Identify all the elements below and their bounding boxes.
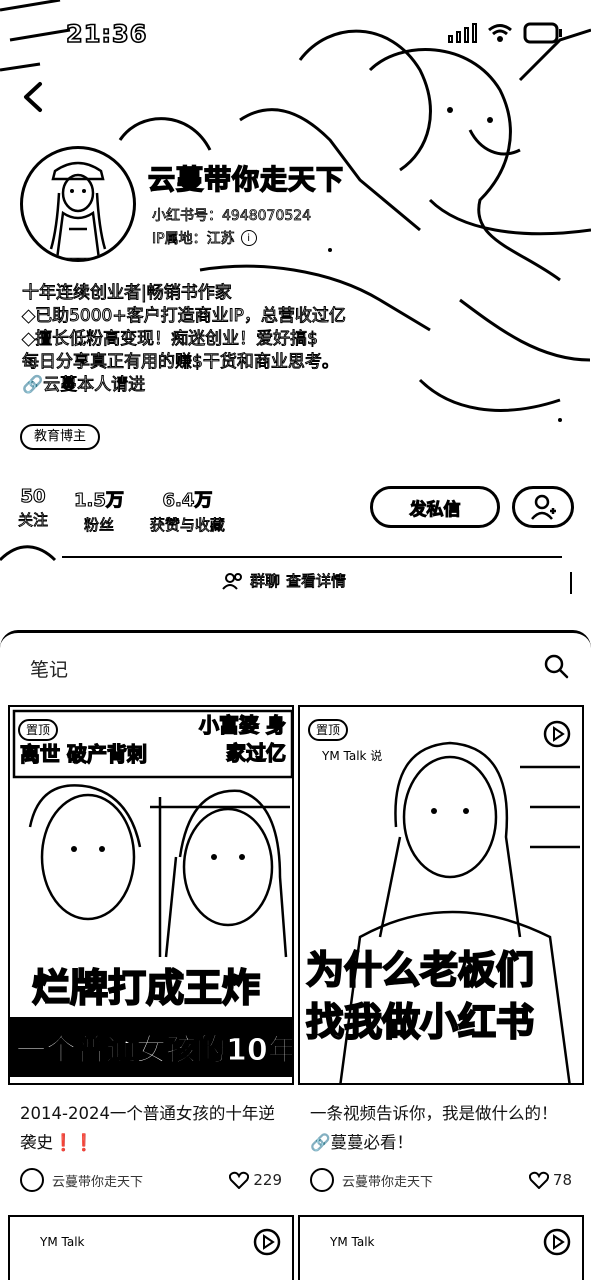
- cover-band-text: 一个普通女孩的10年: [16, 1033, 294, 1069]
- note-cover-partial[interactable]: YM Talk: [8, 1215, 294, 1280]
- ip-location-text: IP属地：江苏: [152, 231, 235, 248]
- group-chat-row[interactable]: 群聊 查看详情: [222, 570, 346, 591]
- info-icon[interactable]: i: [240, 230, 257, 246]
- cellular-signal-icon: [448, 23, 477, 43]
- status-icons: [448, 22, 563, 44]
- note-title[interactable]: 一条视频告诉你，我是做什么的！🔗蔓蔓必看！: [298, 1085, 584, 1159]
- bio-line: ◆擅长低粉高变现！痴迷创业！爱好搞$: [22, 329, 319, 350]
- battery-icon: [523, 22, 562, 44]
- cover-small-text: YM Talk: [330, 1235, 375, 1249]
- video-play-icon: [543, 1228, 571, 1256]
- cover-text: 小富婆 身家过亿: [198, 712, 286, 765]
- note-title[interactable]: 2014-2024一个普通女孩的十年逆袭史❗️❗️: [8, 1085, 294, 1159]
- heart-icon: [229, 1171, 250, 1189]
- stat-likes-collects[interactable]: 6.4万 获赞与收藏: [149, 486, 225, 535]
- avatar-portrait: [49, 161, 107, 259]
- note-card[interactable]: 置顶 YM Talk 说 为什么老板们 找我做小红书 一条视频告诉你，我是做什么…: [298, 705, 584, 1193]
- bio-line: 每日分享真正有用的赚$干货和商业思考。: [22, 352, 340, 373]
- vertical-divider: [570, 572, 572, 594]
- cover-small-text: YM Talk: [40, 1235, 85, 1249]
- cover-headline: 找我做小红书: [305, 999, 535, 1045]
- author-name[interactable]: 云蔓带你走天下: [52, 1171, 229, 1190]
- notes-header: 笔记: [0, 633, 591, 699]
- add-friend-button[interactable]: [512, 486, 574, 528]
- bio-line: ◆已助5000+客户打造商业IP，总营收过亿: [22, 306, 347, 327]
- video-play-icon: [253, 1228, 281, 1256]
- pinned-badge: 置顶: [308, 719, 349, 741]
- profile-stats: 50 关注 1.5万 粉丝 6.4万 获赞与收藏: [18, 485, 226, 535]
- group-chat-label: 群聊: [250, 572, 281, 591]
- cover-headline: 烂牌打成王炸: [31, 965, 261, 1011]
- stat-value: 6.4万: [162, 489, 213, 511]
- profile-avatar[interactable]: [20, 146, 136, 262]
- like-count: 229: [253, 1171, 282, 1189]
- search-icon[interactable]: [543, 653, 569, 679]
- view-details-link[interactable]: 查看详情: [286, 570, 347, 591]
- stat-label: 关注: [18, 511, 49, 530]
- send-message-button[interactable]: 发私信: [370, 486, 500, 528]
- author-avatar[interactable]: [20, 1168, 44, 1192]
- stat-value: 1.5万: [73, 489, 124, 511]
- like-button[interactable]: 229: [229, 1171, 282, 1189]
- stat-label: 获赞与收藏: [149, 516, 225, 535]
- category-tag[interactable]: 教育博主: [20, 424, 101, 450]
- cover-small-text: YM Talk 说: [322, 749, 383, 763]
- stat-value: 50: [20, 485, 46, 507]
- wifi-icon: [488, 24, 512, 42]
- stat-label: 粉丝: [83, 516, 115, 535]
- group-icon: [222, 572, 242, 590]
- back-arrow-icon[interactable]: [18, 80, 52, 114]
- author-avatar[interactable]: [310, 1168, 334, 1192]
- cover-band: 一个普通女孩的10年: [10, 1017, 292, 1077]
- note-cover[interactable]: 置顶 YM Talk 说 为什么老板们 找我做小红书: [298, 705, 584, 1085]
- red-id[interactable]: 小红书号：4948070524: [152, 205, 312, 225]
- note-meta: 云蔓带你走天下 78: [298, 1159, 584, 1193]
- note-cover-partial[interactable]: YM Talk: [298, 1215, 584, 1280]
- cover-headline: 为什么老板们: [305, 947, 535, 993]
- header-divider: [62, 556, 562, 558]
- profile-header: 21:36 云蔓带你走天下 小红书号：4948070524 IP属地：江苏 i …: [0, 0, 591, 630]
- add-user-icon: [531, 494, 556, 520]
- bio-line: 十年连续创业者|畅销书作家: [22, 283, 233, 304]
- like-count: 78: [552, 1171, 572, 1189]
- note-meta: 云蔓带你走天下 229: [8, 1159, 294, 1193]
- notes-panel: 笔记 置顶 离世 破产背刺 小富婆 身家过亿 烂牌打成王炸 一个普通女孩的10年…: [0, 630, 591, 1280]
- bio-line: 🔗云蔓本人请进: [22, 375, 146, 396]
- heart-icon: [528, 1171, 549, 1189]
- ip-location: IP属地：江苏 i: [152, 228, 257, 248]
- stat-followers[interactable]: 1.5万 粉丝: [73, 486, 124, 535]
- author-name[interactable]: 云蔓带你走天下: [342, 1171, 529, 1190]
- stat-following[interactable]: 50 关注: [18, 485, 49, 535]
- note-cover[interactable]: 置顶 离世 破产背刺 小富婆 身家过亿 烂牌打成王炸 一个普通女孩的10年: [8, 705, 294, 1085]
- status-time: 21:36: [65, 19, 148, 49]
- like-button[interactable]: 78: [528, 1171, 572, 1189]
- video-play-icon: [543, 720, 571, 748]
- cover-text: 离世 破产背刺: [19, 741, 147, 766]
- profile-bio[interactable]: 十年连续创业者|畅销书作家 ◆已助5000+客户打造商业IP，总营收过亿 ◆擅长…: [22, 282, 422, 397]
- note-card[interactable]: 置顶 离世 破产背刺 小富婆 身家过亿 烂牌打成王炸 一个普通女孩的10年 20…: [8, 705, 294, 1193]
- tab-notes[interactable]: 笔记: [30, 655, 68, 682]
- pinned-badge: 置顶: [18, 719, 59, 741]
- profile-nickname: 云蔓带你走天下: [147, 164, 344, 197]
